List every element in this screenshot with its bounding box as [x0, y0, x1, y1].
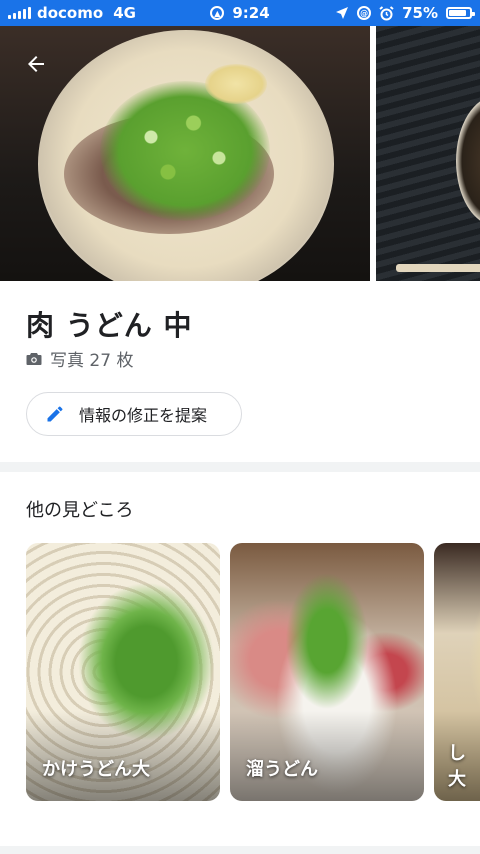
suggest-edit-label: 情報の修正を提案 — [79, 406, 208, 425]
spot-card-label-line2: 大 — [448, 769, 466, 790]
status-bar: docomo 4G ▲ 9:24 @ 75% — [0, 0, 480, 26]
network-type: 4G — [113, 4, 136, 22]
spot-card-kake-udon[interactable]: かけうどん大 — [26, 543, 220, 801]
pencil-icon — [47, 406, 63, 422]
battery-percent: 75% — [402, 4, 438, 22]
photo-carousel[interactable] — [0, 26, 480, 281]
place-title: 肉 うどん 中 — [26, 309, 193, 342]
signal-bars-icon — [8, 7, 31, 19]
camera-icon — [26, 352, 42, 365]
spot-card-label: し 大 — [448, 741, 466, 793]
other-spots-carousel[interactable]: かけうどん大 溜うどん し 大 — [26, 543, 480, 801]
back-arrow-icon — [28, 56, 44, 72]
carrier-name: docomo — [37, 4, 104, 22]
location-arrow-icon — [336, 7, 349, 19]
spot-card-tamari-udon[interactable]: 溜うどん — [230, 543, 424, 801]
lock-rotation-icon: @ — [357, 6, 372, 20]
side-bowl — [456, 96, 480, 226]
chopstick — [396, 264, 480, 272]
next-photo[interactable] — [376, 26, 480, 281]
photo-count-label: 写真 27 枚 — [50, 351, 134, 371]
battery-icon — [446, 7, 475, 19]
spot-card-label-line1: し — [448, 743, 466, 764]
photo-count-link[interactable]: 写真 27 枚 — [26, 346, 133, 371]
suggest-edit-button[interactable]: 情報の修正を提案 — [26, 392, 242, 436]
spot-card-label: かけうどん大 — [42, 759, 150, 780]
clock-time: 9:24 — [232, 4, 270, 22]
other-spots-heading: 他の見どころ — [26, 500, 134, 521]
ginger-topping — [205, 64, 267, 104]
section-divider — [0, 462, 480, 472]
main-photo[interactable] — [0, 26, 370, 281]
bottom-divider — [0, 846, 480, 854]
back-button[interactable] — [20, 48, 52, 80]
alarm-icon — [379, 5, 394, 20]
spot-card-label: 溜うどん — [246, 759, 318, 780]
nav-arrow-icon: ▲ — [210, 6, 225, 20]
battery-fill — [449, 10, 466, 16]
spot-card-partial[interactable]: し 大 — [434, 543, 480, 801]
